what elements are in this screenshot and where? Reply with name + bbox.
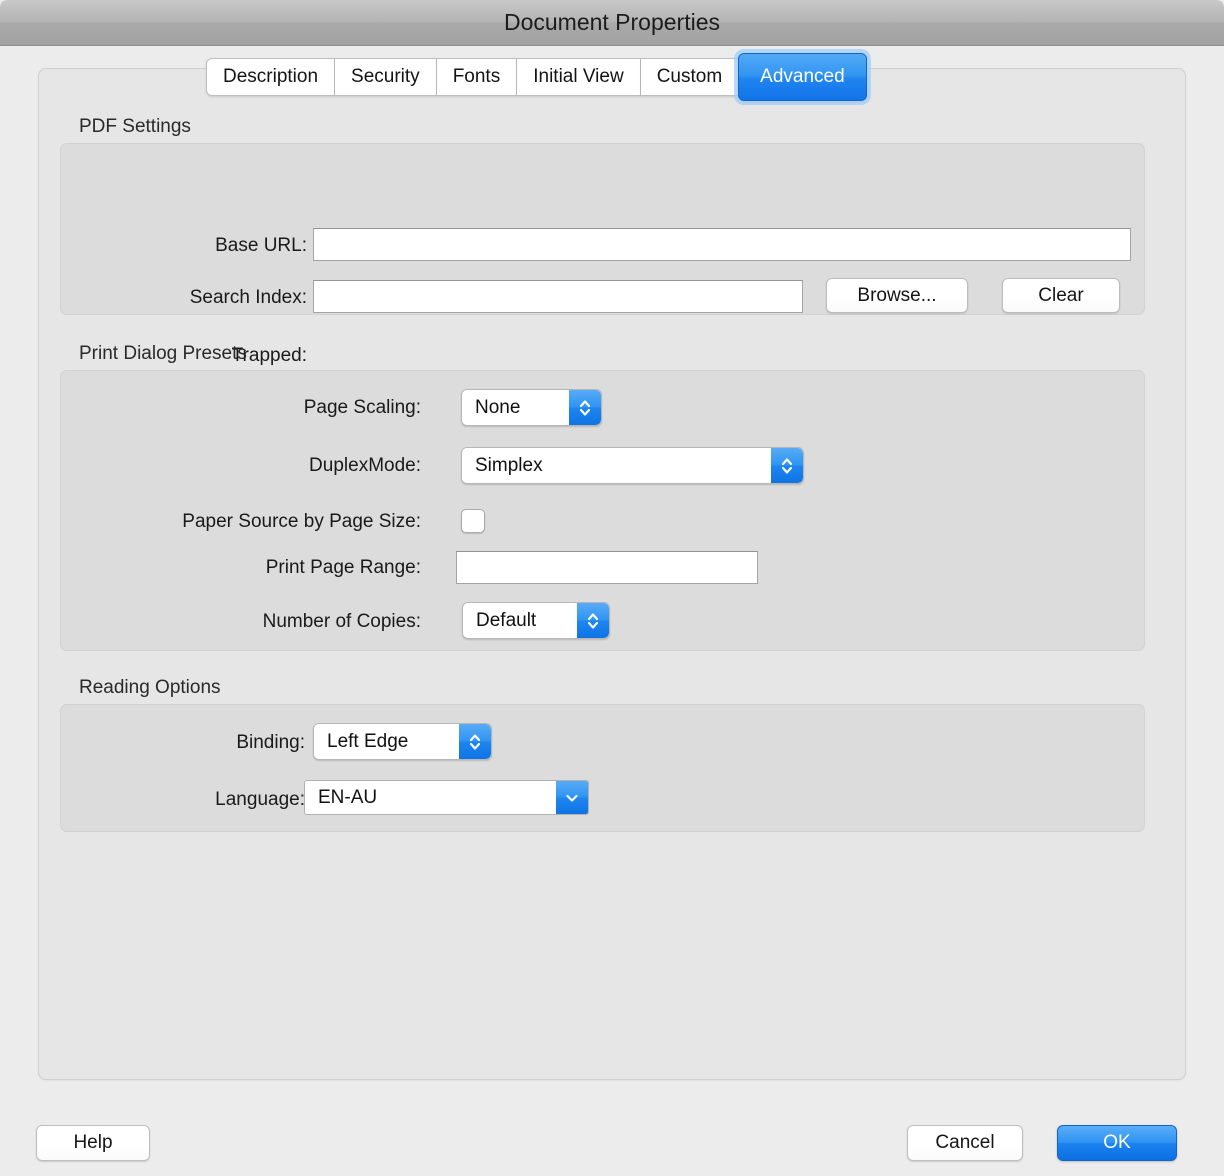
stepper-updown-icon[interactable]	[577, 603, 609, 638]
tab-description[interactable]: Description	[206, 58, 336, 96]
tab-security[interactable]: Security	[335, 58, 437, 96]
tab-advanced[interactable]: Advanced	[738, 53, 867, 101]
page-scaling-value: None	[462, 390, 569, 425]
tab-initial-view[interactable]: Initial View	[517, 58, 641, 96]
print-page-range-input[interactable]	[456, 551, 758, 584]
duplex-mode-value: Simplex	[462, 448, 771, 483]
chevron-down-icon[interactable]	[556, 781, 588, 814]
print-dialog-presets-group-title: Print Dialog Presets	[79, 343, 247, 364]
duplex-mode-popup[interactable]: Simplex	[461, 447, 804, 484]
language-combobox[interactable]: EN-AU	[304, 780, 589, 815]
language-value: EN-AU	[305, 781, 556, 814]
tab-fonts[interactable]: Fonts	[436, 58, 518, 96]
window-title: Document Properties	[503, 9, 721, 35]
cancel-button[interactable]: Cancel	[907, 1125, 1023, 1161]
binding-popup[interactable]: Left Edge	[313, 723, 492, 760]
binding-value: Left Edge	[314, 724, 459, 759]
page-scaling-label: Page Scaling:	[303, 397, 421, 418]
pdf-settings-group-title: PDF Settings	[79, 116, 191, 137]
stepper-updown-icon[interactable]	[771, 448, 803, 483]
tab-custom[interactable]: Custom	[640, 58, 740, 96]
number-of-copies-popup[interactable]: Default	[462, 602, 610, 639]
page-scaling-popup[interactable]: None	[461, 389, 602, 426]
base-url-input[interactable]	[313, 228, 1131, 261]
language-label: Language:	[215, 789, 305, 810]
search-index-input[interactable]	[313, 280, 803, 313]
tab-bar: Description Security Fonts Initial View …	[206, 53, 867, 101]
dialog-footer: Help Cancel OK	[0, 1080, 1224, 1176]
paper-source-by-page-size-checkbox[interactable]	[461, 509, 485, 533]
paper-source-by-page-size-label: Paper Source by Page Size:	[182, 511, 421, 532]
advanced-tab-panel: PDF Settings Base URL: Search Index: Bro…	[38, 68, 1186, 1080]
binding-label: Binding:	[236, 732, 305, 753]
document-properties-window: Document Properties Description Security…	[0, 0, 1224, 1176]
browse-button[interactable]: Browse...	[826, 278, 968, 313]
reading-options-group-title: Reading Options	[79, 677, 221, 698]
help-button[interactable]: Help	[36, 1125, 150, 1161]
base-url-label: Base URL:	[215, 235, 307, 256]
search-index-label: Search Index:	[189, 287, 307, 308]
stepper-updown-icon[interactable]	[569, 390, 601, 425]
reading-options-group	[60, 704, 1145, 832]
duplex-mode-label: DuplexMode:	[309, 455, 421, 476]
number-of-copies-value: Default	[463, 603, 577, 638]
clear-button[interactable]: Clear	[1002, 278, 1120, 313]
print-page-range-label: Print Page Range:	[265, 557, 421, 578]
window-titlebar: Document Properties	[0, 0, 1224, 46]
ok-button[interactable]: OK	[1057, 1125, 1177, 1161]
number-of-copies-label: Number of Copies:	[262, 611, 421, 632]
stepper-updown-icon[interactable]	[459, 724, 491, 759]
